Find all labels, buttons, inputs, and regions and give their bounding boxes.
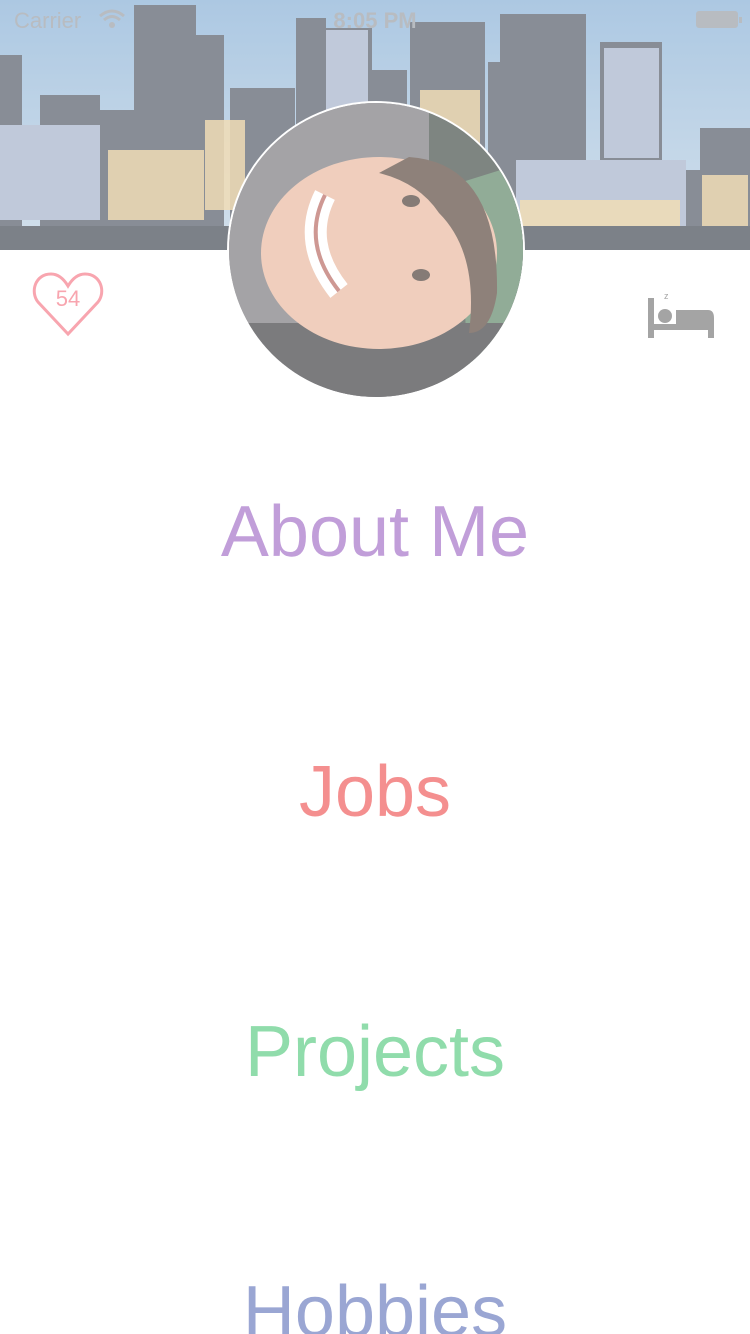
- avatar[interactable]: [229, 103, 523, 397]
- menu-item-projects[interactable]: Projects: [0, 1007, 750, 1097]
- clock-time: 8:05 PM: [333, 8, 417, 33]
- profile-screen: Carrier 8:05 PM 54 z About Me Jobs Proje…: [0, 0, 750, 1334]
- status-bar: Carrier 8:05 PM: [0, 0, 750, 40]
- menu-item-jobs[interactable]: Jobs: [0, 747, 750, 837]
- like-button[interactable]: 54: [32, 268, 104, 340]
- battery-icon: [696, 11, 742, 28]
- svg-text:z: z: [664, 291, 669, 301]
- menu-item-about-me[interactable]: About Me: [0, 487, 750, 577]
- bed-icon[interactable]: z: [646, 290, 716, 340]
- menu-item-hobbies[interactable]: Hobbies: [0, 1267, 750, 1334]
- like-count: 54: [55, 286, 81, 311]
- profile-photo: [229, 103, 523, 397]
